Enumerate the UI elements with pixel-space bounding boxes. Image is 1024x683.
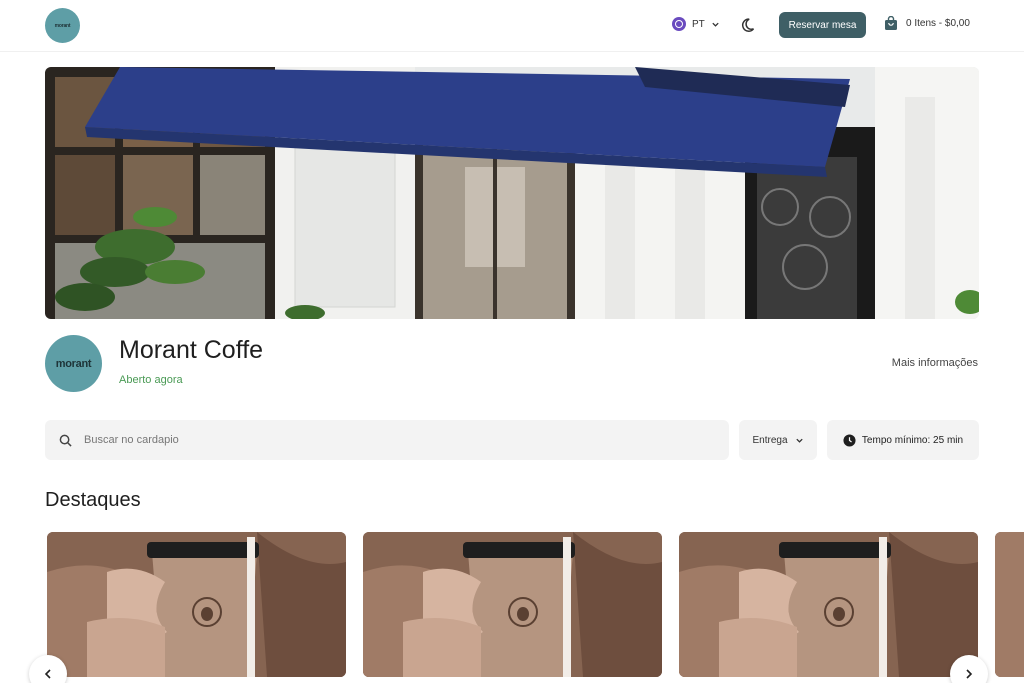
- moon-icon: [741, 18, 755, 32]
- header-logo-text: morant: [54, 22, 71, 29]
- search-icon: [59, 434, 72, 447]
- coffee-cup-image: [47, 532, 346, 677]
- storefront-illustration: [45, 67, 979, 319]
- header-logo[interactable]: morant: [45, 8, 80, 43]
- coffee-cup-image: [363, 532, 662, 677]
- highlight-card[interactable]: [47, 532, 346, 677]
- carousel-next-button[interactable]: [950, 655, 988, 683]
- theme-toggle-button[interactable]: [740, 15, 760, 35]
- menu-search-input[interactable]: [84, 434, 684, 446]
- clock-icon: [843, 433, 856, 447]
- chevron-right-icon: [966, 669, 973, 679]
- highlight-card[interactable]: [363, 532, 662, 677]
- coffee-cup-image: [995, 532, 1024, 677]
- top-bar: morant PT Reservar mesa 0 Itens - $0,00: [0, 0, 1024, 52]
- chevron-down-icon: [795, 438, 803, 443]
- globe-icon: [672, 17, 686, 31]
- more-info-link[interactable]: Mais informações: [892, 357, 978, 369]
- min-time-label: Tempo mínimo: 25 min: [861, 434, 964, 446]
- cart-button[interactable]: 0 Itens - $0,00: [884, 16, 970, 31]
- coffee-cup-image: [679, 532, 978, 677]
- min-time-badge: Tempo mínimo: 25 min: [827, 420, 979, 460]
- delivery-mode-label: Entrega: [752, 434, 788, 446]
- store-name: Morant Coffe: [119, 336, 264, 364]
- shopping-bag-icon: [885, 16, 897, 30]
- highlight-card[interactable]: [679, 532, 978, 677]
- language-selector[interactable]: PT: [672, 17, 720, 31]
- reserve-table-button[interactable]: Reservar mesa: [779, 12, 866, 38]
- language-label: PT: [692, 18, 705, 30]
- chevron-down-icon: [712, 22, 719, 27]
- chevron-left-icon: [44, 669, 51, 679]
- store-logo: morant: [45, 335, 102, 392]
- cart-summary: 0 Itens - $0,00: [906, 18, 970, 29]
- store-open-status: Aberto agora: [119, 374, 183, 386]
- menu-search-bar[interactable]: [45, 420, 729, 460]
- delivery-mode-select[interactable]: Entrega: [739, 420, 817, 460]
- hero-banner: [45, 67, 979, 319]
- store-logo-text: morant: [55, 357, 92, 370]
- highlights-title: Destaques: [45, 489, 141, 511]
- highlight-card[interactable]: [995, 532, 1024, 677]
